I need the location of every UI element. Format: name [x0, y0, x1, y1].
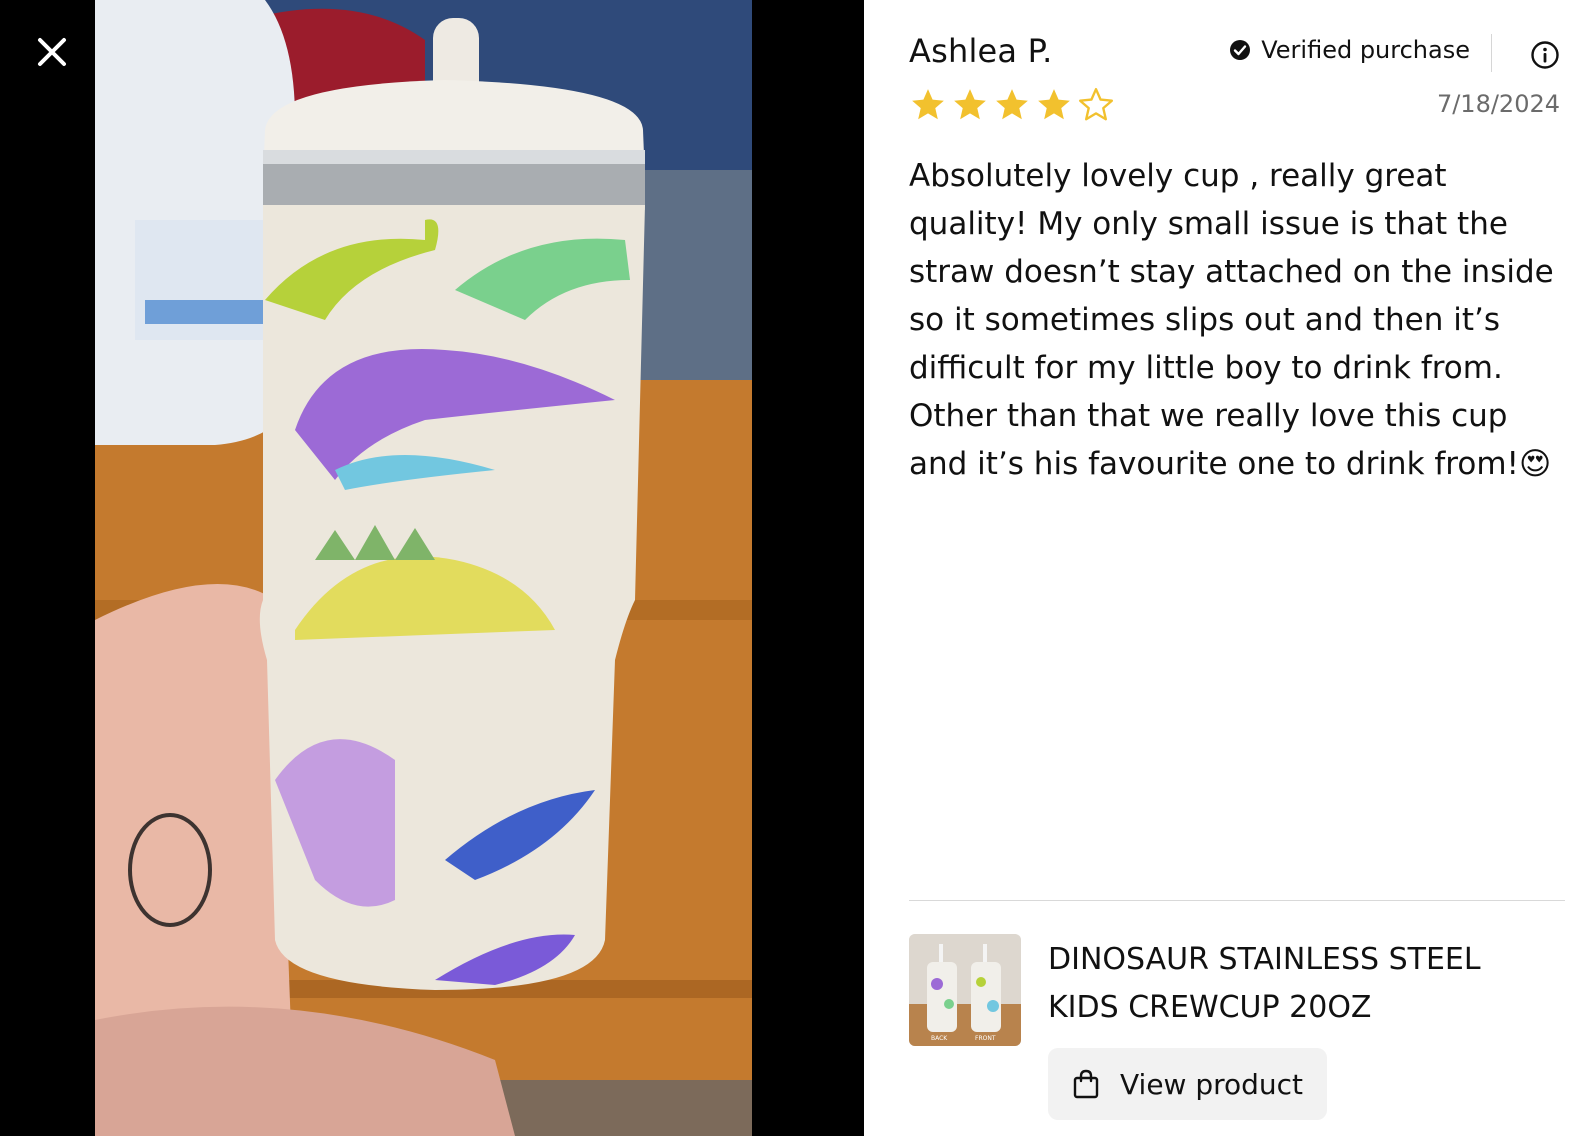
star-empty-icon	[1078, 87, 1114, 121]
shopping-bag-icon	[1073, 1069, 1099, 1099]
info-button[interactable]	[1530, 40, 1560, 70]
review-text: Absolutely lovely cup , really great qua…	[909, 158, 1554, 482]
star-rating	[909, 86, 1115, 124]
close-button[interactable]	[30, 30, 74, 74]
close-icon	[38, 38, 66, 66]
star-filled-icon	[912, 89, 944, 120]
star-filled-icon	[954, 89, 986, 120]
product-title[interactable]: DINOSAUR STAINLESS STEEL KIDS CREWCUP 20…	[1048, 936, 1558, 1032]
view-product-button[interactable]: View product	[1048, 1048, 1328, 1120]
view-product-label: View product	[1120, 1067, 1304, 1101]
verified-label: Verified purchase	[1261, 36, 1470, 64]
verified-badge: Verified purchase	[1229, 36, 1470, 64]
thumb-label-back: BACK	[931, 1035, 948, 1042]
thumb-label-front: FRONT	[975, 1035, 996, 1042]
review-photo	[95, 0, 752, 1136]
star-filled-icon	[1038, 89, 1070, 120]
reviewer-name: Ashlea P.	[909, 32, 1053, 70]
review-date: 7/18/2024	[1436, 90, 1560, 118]
review-panel: Ashlea P. Verified purchase 7/18/2024 Ab…	[864, 0, 1594, 1136]
star-filled-icon	[996, 89, 1028, 120]
header-divider	[1491, 34, 1492, 72]
check-circle-icon	[1230, 40, 1251, 60]
media-viewer	[0, 0, 864, 1136]
section-divider	[909, 900, 1565, 901]
info-icon	[1531, 41, 1559, 69]
product-thumbnail[interactable]: BACK FRONT	[909, 934, 1021, 1046]
